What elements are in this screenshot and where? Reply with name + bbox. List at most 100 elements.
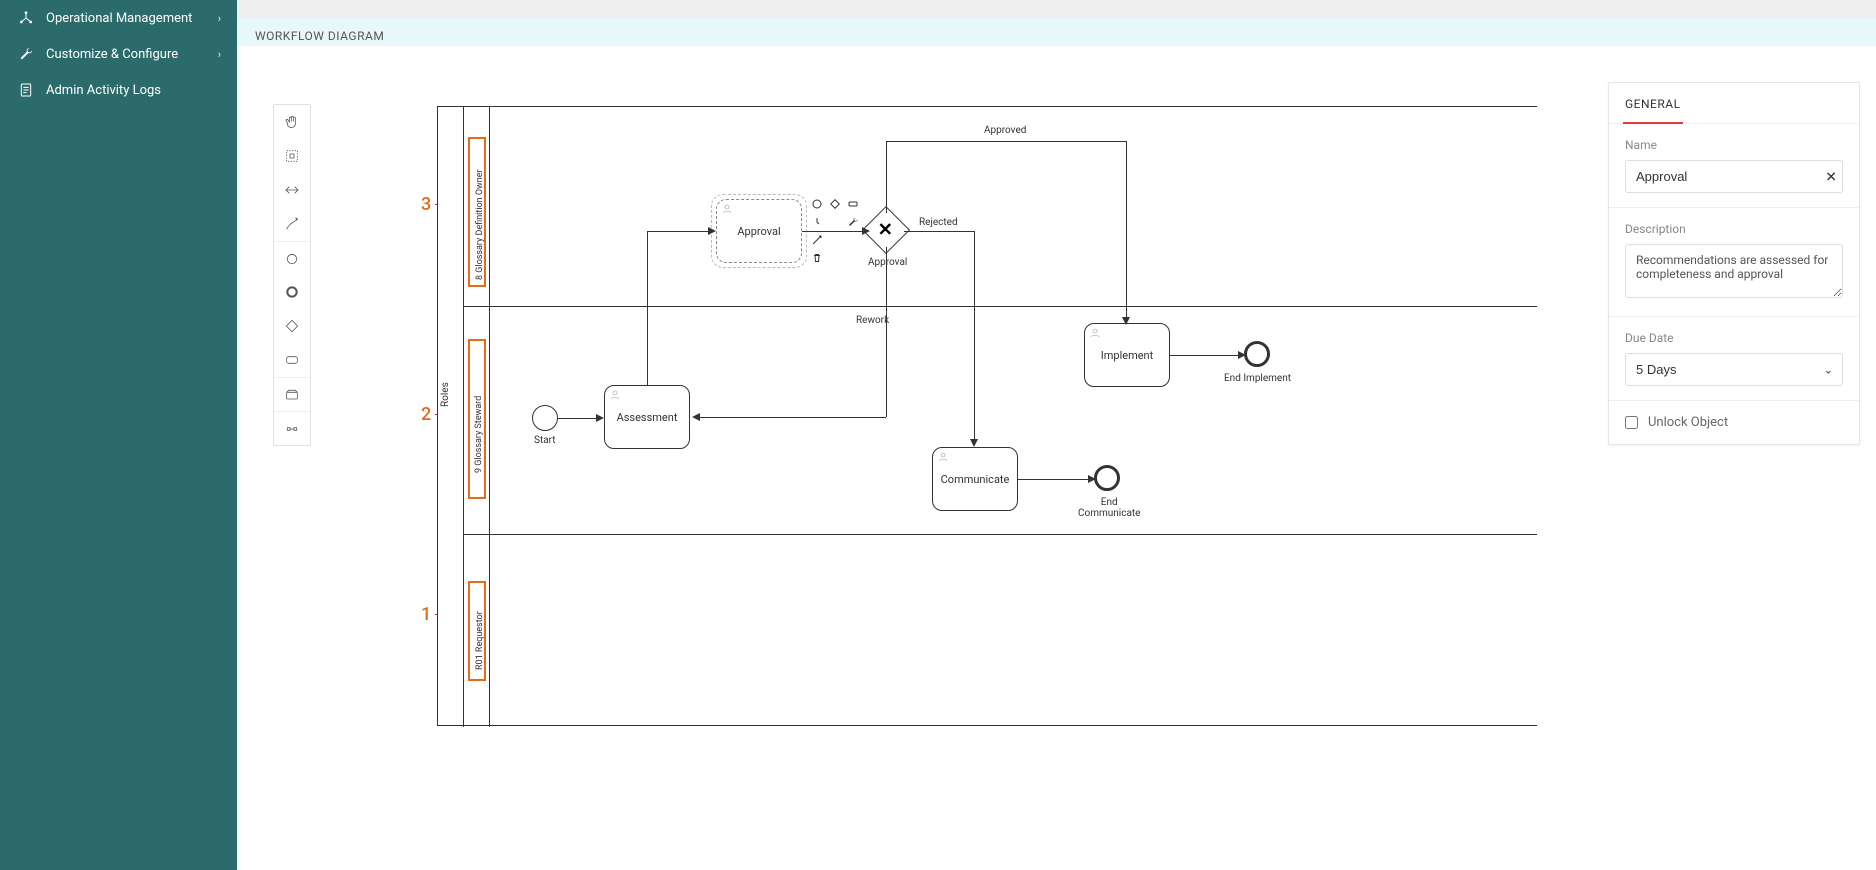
- task-communicate[interactable]: Communicate: [932, 447, 1018, 511]
- flow-approved-seg2: [886, 141, 1126, 142]
- lane-glossary-steward[interactable]: 9 Glossary Steward Start Assessment: [464, 307, 1537, 535]
- lane-label: 9 Glossary Steward: [474, 363, 484, 473]
- lane-label-strip: R01 Requestor: [464, 535, 490, 727]
- end-event-implement[interactable]: [1244, 341, 1270, 367]
- arrow-icon: [708, 227, 716, 235]
- start-label: Start: [534, 435, 556, 446]
- edge-label-rework: Rework: [856, 315, 889, 326]
- flow-approved-seg3: [1126, 141, 1127, 321]
- tool-end-event[interactable]: [274, 275, 310, 309]
- lane-label: 8 Glossary Definition Owner: [475, 140, 485, 280]
- start-event[interactable]: [532, 405, 558, 431]
- task-label: Assessment: [617, 411, 678, 424]
- tool-start-event[interactable]: [274, 241, 310, 275]
- gateway-label: Approval: [868, 257, 907, 268]
- flow-impl-to-end: [1170, 355, 1240, 356]
- toolbox: [273, 104, 311, 446]
- lane-requestor[interactable]: R01 Requestor: [464, 535, 1537, 727]
- end-implement-label: End Implement: [1224, 373, 1291, 384]
- props-tabs: GENERAL: [1609, 83, 1859, 124]
- description-textarea[interactable]: Recommendations are assessed for complet…: [1625, 244, 1843, 298]
- arrow-icon: [970, 439, 978, 447]
- lanes: 8 Glossary Definition Owner Approval: [464, 107, 1537, 725]
- flow-rework-h: [698, 417, 886, 418]
- edge-label-approved: Approved: [984, 125, 1026, 136]
- lane-label-strip: 9 Glossary Steward: [464, 307, 490, 534]
- tool-connect[interactable]: [274, 207, 310, 241]
- sidebar-item-admin-activity-logs[interactable]: Admin Activity Logs: [0, 72, 237, 108]
- prop-description-group: Description Recommendations are assessed…: [1609, 208, 1859, 317]
- prop-name-group: Name ✕: [1609, 124, 1859, 208]
- arrow-icon: [596, 414, 604, 422]
- arrow-icon: [1088, 475, 1096, 483]
- canvas: 3 2 1 Roles 8 Glossary Definition Owner: [237, 46, 1876, 870]
- tool-lasso[interactable]: [274, 139, 310, 173]
- network-icon: [16, 10, 36, 26]
- properties-panel: GENERAL Name ✕ Description Recommendatio…: [1608, 82, 1860, 445]
- sidebar-item-label: Admin Activity Logs: [46, 83, 161, 98]
- tool-hand[interactable]: [274, 105, 310, 139]
- tool-task[interactable]: [274, 343, 310, 377]
- task-assessment[interactable]: Assessment: [604, 385, 690, 449]
- prop-duedate-group: Due Date 5 Days ⌄: [1609, 317, 1859, 401]
- sidebar-item-customize-configure[interactable]: Customize & Configure ›: [0, 36, 237, 72]
- prop-description-label: Description: [1625, 222, 1843, 236]
- ctx-delete-icon[interactable]: [810, 251, 824, 265]
- tool-gateway[interactable]: [274, 309, 310, 343]
- flow-comm-to-end: [1018, 479, 1090, 480]
- tool-space[interactable]: [274, 173, 310, 207]
- flow-rejected-v: [974, 231, 975, 443]
- pool-label-strip: Roles: [438, 107, 464, 727]
- unlock-checkbox[interactable]: [1625, 416, 1638, 429]
- flow-rework-v: [886, 247, 887, 417]
- end-event-communicate[interactable]: [1094, 465, 1120, 491]
- task-label: Communicate: [941, 473, 1010, 486]
- flow-approved-seg1: [886, 141, 887, 213]
- annotation-1: 1: [421, 604, 431, 625]
- flow-approval-to-gateway: [802, 231, 864, 232]
- chevron-right-icon: ›: [218, 12, 221, 25]
- lane-label: R01 Requestor: [475, 590, 485, 670]
- ctx-append-task-icon[interactable]: [846, 197, 860, 211]
- tab-general[interactable]: GENERAL: [1609, 83, 1697, 123]
- sidebar-item-operational-management[interactable]: Operational Management ›: [0, 0, 237, 36]
- task-implement[interactable]: Implement: [1084, 323, 1170, 387]
- prop-name-label: Name: [1625, 138, 1843, 152]
- ctx-append-gateway-icon[interactable]: [828, 197, 842, 211]
- lane-glossary-definition-owner[interactable]: 8 Glossary Definition Owner Approval: [464, 107, 1537, 307]
- unlock-label: Unlock Object: [1648, 415, 1728, 430]
- task-approval[interactable]: Approval: [716, 199, 802, 263]
- name-input[interactable]: [1625, 160, 1843, 193]
- clear-name-button[interactable]: ✕: [1825, 168, 1837, 185]
- flow-rejected-h: [904, 231, 974, 232]
- arrow-icon: [692, 413, 700, 421]
- task-label: Approval: [737, 225, 780, 238]
- annotation-2: 2: [421, 404, 431, 425]
- ctx-annotate-icon[interactable]: [810, 215, 824, 229]
- lane-label-strip: 8 Glossary Definition Owner: [464, 107, 490, 306]
- annotation-3: 3: [421, 194, 431, 215]
- flow-assess-to-approval-h: [647, 231, 709, 232]
- sidebar-item-label: Customize & Configure: [46, 47, 178, 62]
- ctx-connect-icon[interactable]: [810, 233, 824, 247]
- log-icon: [16, 82, 36, 98]
- sidebar-item-label: Operational Management: [46, 11, 192, 26]
- main: WORKFLOW DIAGRAM 3 2 1 Roles: [237, 0, 1876, 870]
- edge-label-rejected: Rejected: [919, 217, 958, 228]
- tool-subprocess[interactable]: [274, 377, 310, 411]
- arrow-icon: [1122, 317, 1130, 325]
- tool-data-object[interactable]: [274, 411, 310, 445]
- flow-assess-to-approval-v: [647, 231, 648, 385]
- ctx-wrench-icon[interactable]: [846, 215, 860, 229]
- arrow-icon: [1238, 351, 1246, 359]
- chevron-right-icon: ›: [218, 48, 221, 61]
- task-label: Implement: [1101, 349, 1153, 362]
- prop-duedate-label: Due Date: [1625, 331, 1843, 345]
- bpmn-diagram[interactable]: Roles 8 Glossary Definition Owner Approv…: [437, 106, 1537, 726]
- duedate-select[interactable]: 5 Days: [1625, 353, 1843, 386]
- top-grey-bar: [237, 0, 1876, 18]
- sidebar: Operational Management › Customize & Con…: [0, 0, 237, 870]
- pool-label: Roles: [440, 382, 451, 407]
- ctx-append-event-icon[interactable]: [810, 197, 824, 211]
- wrench-icon: [16, 46, 36, 62]
